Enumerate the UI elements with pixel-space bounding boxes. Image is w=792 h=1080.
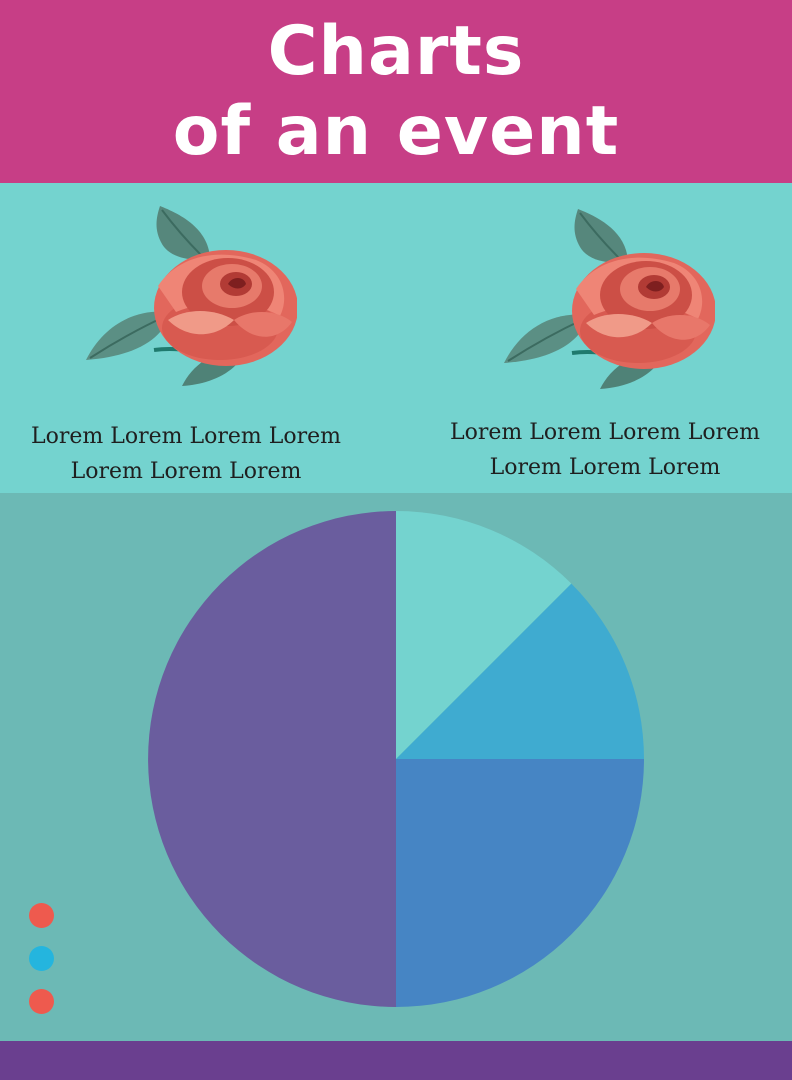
footer-bar — [0, 1041, 792, 1080]
header-banner: Charts of an event — [0, 0, 792, 183]
caption-line: Lorem Lorem Lorem — [489, 455, 721, 480]
rose-caption-right: Lorem Lorem Lorem Lorem Lorem Lorem Lore… — [425, 415, 785, 485]
rose-caption-left: Lorem Lorem Lorem Lorem Lorem Lorem Lore… — [6, 419, 366, 489]
legend-marker-2 — [29, 946, 54, 971]
pie-slice-3 — [396, 759, 644, 1007]
rose-icon — [504, 209, 715, 389]
legend-marker-3 — [29, 989, 54, 1014]
pie-slice-4 — [148, 511, 396, 1007]
caption-line: Lorem Lorem Lorem Lorem — [450, 420, 760, 445]
legend-marker-1 — [29, 903, 54, 928]
page-title-line-2: of an event — [172, 91, 620, 171]
caption-line: Lorem Lorem Lorem Lorem — [31, 424, 341, 449]
rose-icon — [86, 206, 297, 386]
page-title-line-1: Charts — [267, 11, 525, 91]
chart-area — [0, 493, 792, 1041]
caption-line: Lorem Lorem Lorem — [70, 459, 302, 484]
pie-chart — [148, 511, 644, 1007]
